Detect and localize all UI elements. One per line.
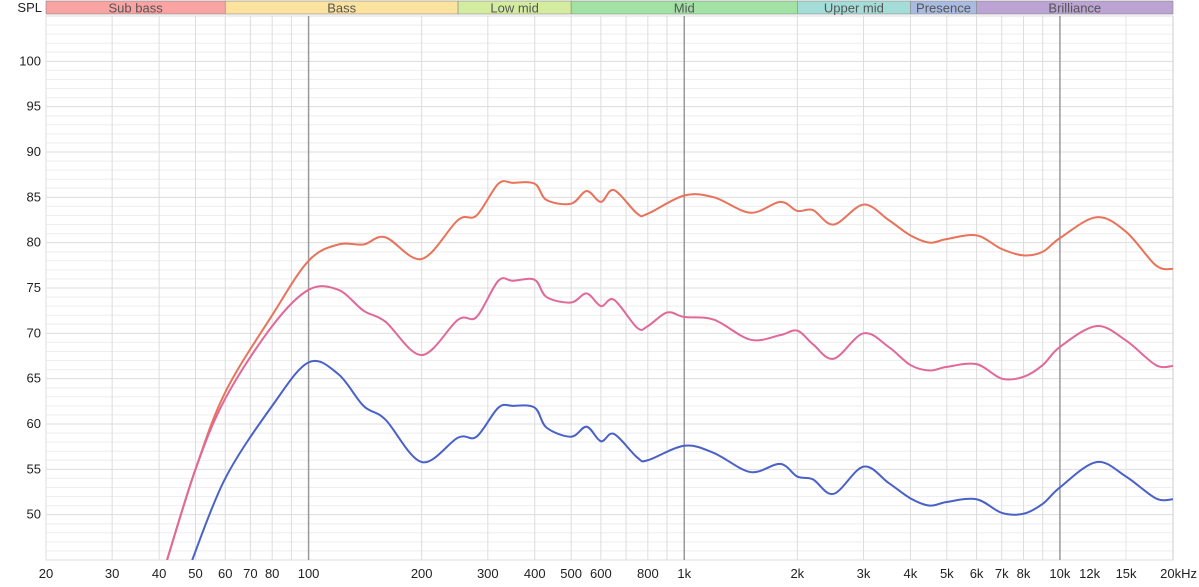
x-tick-label: 4k (904, 566, 918, 581)
x-tick-label: 800 (637, 566, 659, 581)
y-tick-label: 60 (27, 416, 41, 431)
x-tick-label: 40 (152, 566, 166, 581)
x-tick-label: 3k (857, 566, 871, 581)
x-tick-label: 5k (940, 566, 954, 581)
y-axis-label: SPL (17, 0, 42, 15)
frequency-response-chart: Sub bass Bass Low mid Mid Upper mid Presence B… (17, 0, 1197, 581)
y-tick-label: 80 (27, 235, 41, 250)
band-label: Sub bass (109, 1, 164, 16)
x-tick-label: 2k (790, 566, 804, 581)
x-tick-label: 8k (1017, 566, 1031, 581)
x-tick-label: 6k (970, 566, 984, 581)
y-tick-label: 70 (27, 325, 41, 340)
x-tick-label: 10k (1049, 566, 1070, 581)
y-tick-label: 90 (27, 144, 41, 159)
x-tick-label: 400 (524, 566, 546, 581)
x-axis: 20 30 40 50 60 70 80 100 200 300 400 500 600 800 1k 2k 3… (39, 566, 1197, 581)
band-label: Upper mid (824, 1, 884, 16)
y-tick-label: 55 (27, 461, 41, 476)
x-tick-label: 1k (677, 566, 691, 581)
x-tick-label: 7k (995, 566, 1009, 581)
x-tick-label: 70 (243, 566, 257, 581)
band-label: Bass (327, 1, 356, 16)
x-tick-label: 500 (560, 566, 582, 581)
x-tick-label: 12k (1079, 566, 1100, 581)
x-tick-label: 100 (298, 566, 320, 581)
x-tick-label: 80 (265, 566, 279, 581)
band-label: Low mid (490, 1, 538, 16)
x-tick-label: 20kHz (1160, 566, 1197, 581)
x-tick-label: 300 (477, 566, 499, 581)
y-tick-label: 65 (27, 371, 41, 386)
grid (45, 15, 1174, 561)
y-tick-label: 75 (27, 280, 41, 295)
y-tick-label: 85 (27, 189, 41, 204)
x-tick-label: 60 (218, 566, 232, 581)
x-tick-label: 50 (188, 566, 202, 581)
x-tick-label: 600 (590, 566, 612, 581)
x-tick-label: 200 (411, 566, 433, 581)
y-tick-label: 50 (27, 507, 41, 522)
y-tick-label: 100 (19, 53, 41, 68)
x-tick-label: 30 (105, 566, 119, 581)
frequency-bands: Sub bass Bass Low mid Mid Upper mid Presence B… (45, 1, 1174, 16)
band-label: Presence (916, 1, 971, 16)
band-label: Mid (674, 1, 695, 16)
x-tick-label: 15k (1116, 566, 1137, 581)
x-tick-label: 20 (39, 566, 53, 581)
band-label: Brilliance (1048, 1, 1101, 16)
y-tick-label: 95 (27, 99, 41, 114)
y-axis: 50 55 60 65 70 75 80 85 90 95 100 (19, 53, 41, 521)
